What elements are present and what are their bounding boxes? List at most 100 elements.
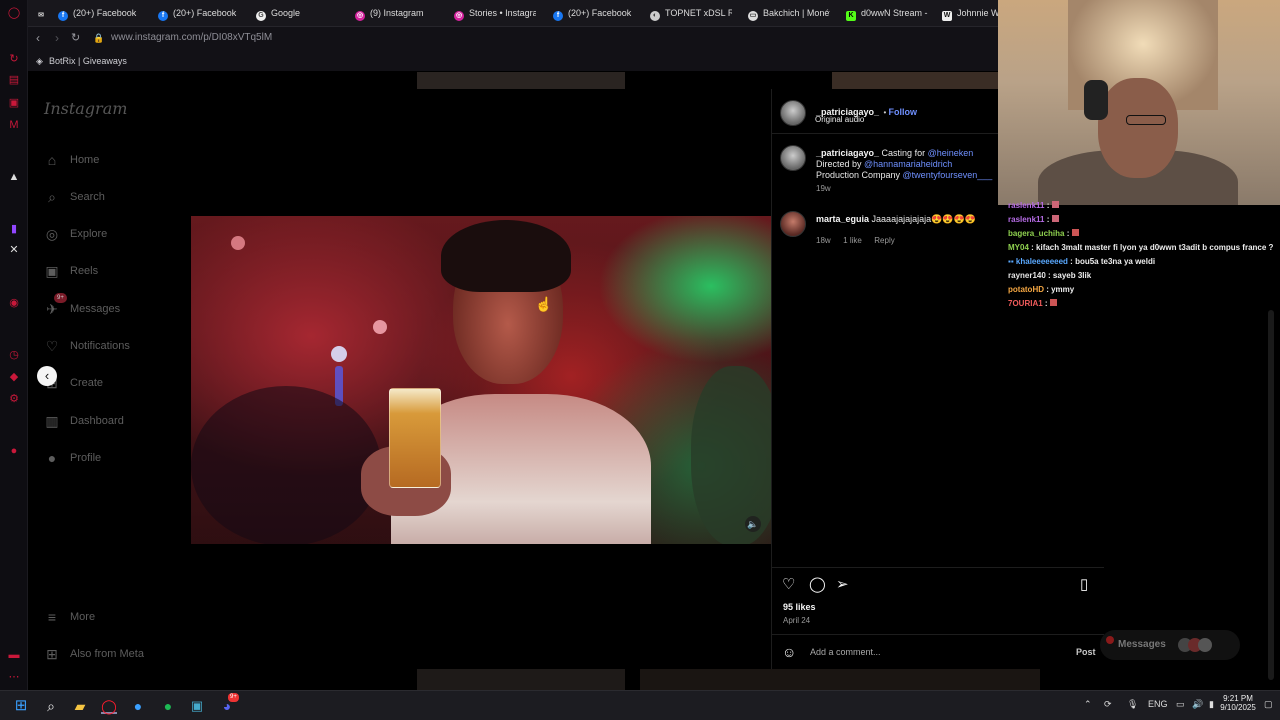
mention-link[interactable]: @heineken <box>928 148 974 158</box>
bag-icon[interactable]: ▤ <box>7 73 21 87</box>
windows-start-icon[interactable]: ⊞ <box>13 698 29 714</box>
url-field[interactable]: www.instagram.com/p/DI08xVTq5lM <box>111 32 272 43</box>
bookmark-botrix[interactable]: BotRix | Giveaways <box>49 56 127 66</box>
sidebar-item-explore[interactable]: ◎ Explore <box>44 222 184 246</box>
sidebar-item-create[interactable]: ⊞Create <box>44 371 184 395</box>
sidebar-item-home[interactable]: ⌂ Home <box>44 148 184 172</box>
opera-sidebar: ◯ ↻ ▤ ▣ M ▲ ▮ ✕ ◉ ◷ ◆ ⚙ ● ▬ ⋯ <box>0 0 28 690</box>
emote-icon <box>1049 299 1057 306</box>
comment-likes[interactable]: 1 like <box>843 236 862 245</box>
likes-count[interactable]: 95 likes <box>783 602 816 612</box>
notifications-icon[interactable]: ▢ <box>1264 699 1273 710</box>
reply-button[interactable]: Reply <box>874 236 894 245</box>
more-dots-icon[interactable]: ⋯ <box>7 670 21 684</box>
volume-icon[interactable]: 🔈 <box>745 516 761 532</box>
clock-icon[interactable]: ◷ <box>7 348 21 362</box>
tab-facebook-1[interactable]: f (20+) Facebook <box>58 5 153 22</box>
spotify-icon[interactable]: ● <box>160 698 176 714</box>
mention-link[interactable]: @twentyfourseven___ <box>903 170 993 180</box>
follow-button[interactable]: Follow <box>889 107 918 117</box>
search-icon[interactable]: ⌕ <box>43 698 59 714</box>
emoji-picker-icon[interactable]: ☺ <box>782 644 796 660</box>
arrow-icon[interactable]: ▲ <box>7 170 21 184</box>
target-icon[interactable]: ◉ <box>7 296 21 310</box>
sidebar-item-messages[interactable]: ✈ Messages 9+ <box>44 293 184 321</box>
opera-gx-icon[interactable]: ◯ <box>101 698 117 714</box>
sync-icon[interactable]: ⟳ <box>1104 699 1112 710</box>
file-explorer-icon[interactable]: ▰ <box>72 698 88 714</box>
tab-wikipedia[interactable]: W Johnnie W <box>942 5 1002 22</box>
tab-google[interactable]: G Google <box>256 5 351 22</box>
sidebar-item-label: Explore <box>70 228 108 240</box>
language-indicator[interactable]: ENG <box>1148 699 1168 709</box>
tab-mail[interactable]: ✉ <box>36 5 56 22</box>
microphone-icon[interactable]: 🎙 <box>1127 699 1138 710</box>
forward-icon[interactable]: › <box>55 31 59 45</box>
email-icon[interactable]: M <box>7 118 21 132</box>
sidebar-item-reels[interactable]: ▣ Reels <box>44 259 184 283</box>
sidebar-item-notifications[interactable]: ♡ Notifications <box>44 334 184 358</box>
chat-message: rayner140 : sayeb 3lik <box>1008 271 1092 280</box>
post-video[interactable]: ☝ 🔈 <box>191 216 771 544</box>
app-icon[interactable]: ● <box>130 698 146 714</box>
network-icon[interactable]: ▭ <box>1176 699 1185 710</box>
chevron-up-icon[interactable]: ⌃ <box>1084 699 1092 710</box>
messages-badge-dot <box>1106 636 1114 644</box>
history-icon[interactable]: ↻ <box>7 52 21 66</box>
sidebar-item-search[interactable]: ⌕ Search <box>44 185 184 209</box>
gx-icon[interactable]: ▬ <box>7 648 21 662</box>
tab-topnet[interactable]: ◐ TOPNET xDSL RC <box>650 5 732 22</box>
sidebar-item-dashboard[interactable]: ▥ Dashboard <box>44 409 184 433</box>
back-icon[interactable]: ‹ <box>36 31 40 45</box>
terminal-icon[interactable]: ▣ <box>189 698 205 714</box>
tab-instagram-2[interactable]: ◎ Stories • Instagra <box>454 5 536 22</box>
facebook-icon: f <box>553 11 563 21</box>
sidebar-item-more[interactable]: ≡ More <box>44 605 184 629</box>
caption-username[interactable]: _patriciagayo_ <box>816 148 879 158</box>
settings-icon[interactable]: ⚙ <box>7 392 21 406</box>
tab-facebook-2[interactable]: f (20+) Facebook <box>158 5 253 22</box>
instagram-logo[interactable]: Instagram <box>44 99 127 118</box>
post-comment-button[interactable]: Post <box>1076 647 1096 657</box>
discord-badge: 9+ <box>228 693 239 702</box>
comment-username[interactable]: marta_eguia <box>816 214 869 224</box>
page-icon: ▭ <box>748 11 758 21</box>
twitch-icon[interactable]: ▮ <box>7 222 21 236</box>
author-avatar[interactable] <box>780 100 806 126</box>
previous-post-button[interactable]: ‹ <box>37 366 57 386</box>
record-icon[interactable]: ● <box>7 444 21 458</box>
audio-label[interactable]: Original audio <box>815 115 864 124</box>
battery-icon[interactable]: ▮ <box>1209 699 1214 710</box>
sidebar-item-profile[interactable]: ● Profile <box>44 446 184 470</box>
divider <box>772 634 1105 635</box>
speaker-icon[interactable]: 🔊 <box>1192 699 1203 710</box>
cube-icon[interactable]: ◆ <box>7 370 21 384</box>
commenter-avatar[interactable] <box>780 211 806 237</box>
add-comment-input[interactable]: Add a comment... <box>810 647 881 657</box>
share-send-icon[interactable]: ➢ <box>836 575 849 593</box>
reload-icon[interactable]: ↻ <box>71 31 80 44</box>
wikipedia-icon: W <box>942 11 952 21</box>
tab-bakchich[interactable]: ▭ Bakchich | Monét <box>748 5 830 22</box>
clock[interactable]: 9:21 PM 9/10/2025 <box>1220 694 1256 712</box>
messages-floating-button[interactable]: Messages <box>1100 630 1240 660</box>
chat-message: raslenk11 : <box>1008 215 1059 224</box>
mention-link[interactable]: @hannamariaheidrich <box>864 159 952 169</box>
comment-time: 18w <box>816 236 831 245</box>
tab-label: Stories • Instagra <box>469 8 536 18</box>
caption-avatar[interactable] <box>780 145 806 171</box>
scrollbar[interactable] <box>1268 310 1274 680</box>
bookmark-save-icon[interactable]: ▯ <box>1080 575 1088 593</box>
opera-logo-icon[interactable]: ◯ <box>7 6 21 20</box>
tab-instagram-1[interactable]: ◎ (9) Instagram <box>355 5 450 22</box>
tab-facebook-3[interactable]: f (20+) Facebook <box>553 5 648 22</box>
x-icon[interactable]: ✕ <box>7 243 21 257</box>
comment-bubble-icon[interactable]: ◯ <box>809 575 826 593</box>
like-heart-icon[interactable]: ♡ <box>782 575 795 593</box>
tv-icon[interactable]: ▣ <box>7 96 21 110</box>
tab-kick[interactable]: Kd0wwN Stream - <box>846 5 928 22</box>
sidebar-item-also-from-meta[interactable]: ⊞ Also from Meta <box>44 642 184 666</box>
sidebar-item-label: Reels <box>70 265 99 277</box>
reels-icon: ▣ <box>45 263 59 280</box>
address-bar: ‹ › ↻ 🔒 www.instagram.com/p/DI08xVTq5lM <box>28 27 1000 51</box>
